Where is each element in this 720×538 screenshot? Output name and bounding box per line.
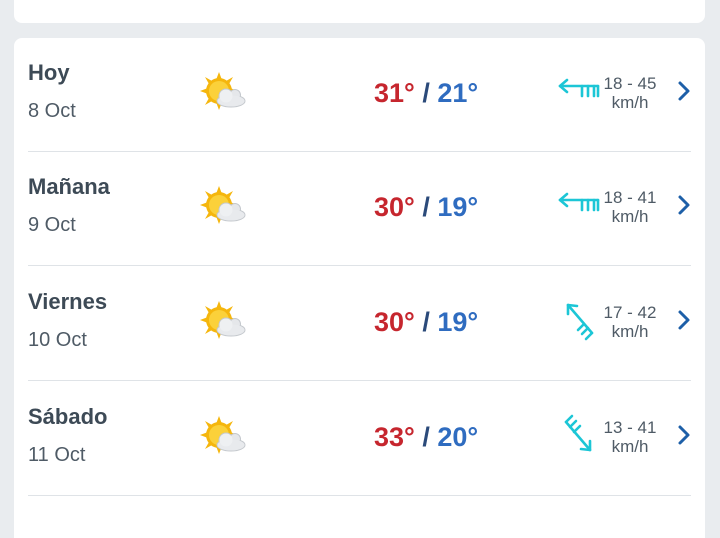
max-temp: 30° xyxy=(374,192,415,222)
wind-speed: 13 - 41 km/h xyxy=(600,418,660,456)
min-temp: 19° xyxy=(437,192,479,222)
wind-unit: km/h xyxy=(611,93,649,112)
day-date: 11 Oct xyxy=(28,444,86,466)
temp-separator: / xyxy=(422,78,430,108)
day-date: 8 Oct xyxy=(28,100,76,122)
forecast-row[interactable]: Viernes 10 Oct 30° / 19° 17 - 42 km/h xyxy=(28,267,691,381)
chevron-right-icon[interactable] xyxy=(675,307,693,333)
chevron-right-icon[interactable] xyxy=(675,78,693,104)
forecast-row[interactable]: Hoy 8 Oct 31° / 21° 18 - 45 km/h xyxy=(28,38,691,152)
previous-card xyxy=(14,0,705,23)
forecast-row[interactable]: Mañana 9 Oct 30° / 19° 18 - 41 km/h xyxy=(28,152,691,266)
wind-range: 18 - 41 xyxy=(603,188,657,207)
wind-range: 17 - 42 xyxy=(603,303,657,322)
min-temp: 20° xyxy=(437,422,479,452)
temp-separator: / xyxy=(422,307,430,337)
wind-arrow-southeast-icon xyxy=(564,414,592,452)
row-divider xyxy=(28,265,691,266)
row-divider xyxy=(28,495,691,496)
chevron-right-icon[interactable] xyxy=(675,422,693,448)
sun-cloud-icon xyxy=(200,301,246,339)
temp-separator: / xyxy=(422,192,430,222)
wind-unit: km/h xyxy=(611,322,649,341)
wind-unit: km/h xyxy=(611,207,649,226)
wind-speed: 18 - 41 km/h xyxy=(600,188,660,226)
row-divider xyxy=(28,380,691,381)
wind-range: 13 - 41 xyxy=(603,418,657,437)
temperature-range: 30° / 19° xyxy=(374,307,478,338)
min-temp: 21° xyxy=(437,78,479,108)
day-name: Mañana xyxy=(28,174,110,199)
temp-separator: / xyxy=(422,422,430,452)
max-temp: 33° xyxy=(374,422,415,452)
temperature-range: 30° / 19° xyxy=(374,192,478,223)
temperature-range: 31° / 21° xyxy=(374,78,478,109)
wind-range: 18 - 45 xyxy=(603,74,657,93)
daily-forecast-card: Hoy 8 Oct 31° / 21° 18 - 45 km/h Mañana … xyxy=(14,38,705,538)
sun-cloud-icon xyxy=(200,186,246,224)
max-temp: 30° xyxy=(374,307,415,337)
min-temp: 19° xyxy=(437,307,479,337)
sun-cloud-icon xyxy=(200,72,246,110)
wind-unit: km/h xyxy=(611,437,649,456)
day-name: Hoy xyxy=(28,60,70,85)
wind-speed: 17 - 42 km/h xyxy=(600,303,660,341)
day-date: 9 Oct xyxy=(28,214,76,236)
wind-arrow-west-icon xyxy=(558,192,600,212)
sun-cloud-icon xyxy=(200,416,246,454)
wind-arrow-west-icon xyxy=(558,78,600,98)
chevron-right-icon[interactable] xyxy=(675,192,693,218)
forecast-row[interactable]: Sábado 11 Oct 33° / 20° 13 - 41 km/h xyxy=(28,382,691,496)
wind-speed: 18 - 45 km/h xyxy=(600,74,660,112)
max-temp: 31° xyxy=(374,78,415,108)
temperature-range: 33° / 20° xyxy=(374,422,478,453)
day-name: Sábado xyxy=(28,404,108,429)
day-name: Viernes xyxy=(28,289,108,314)
day-date: 10 Oct xyxy=(28,329,87,351)
wind-arrow-northwest-icon xyxy=(566,303,594,341)
